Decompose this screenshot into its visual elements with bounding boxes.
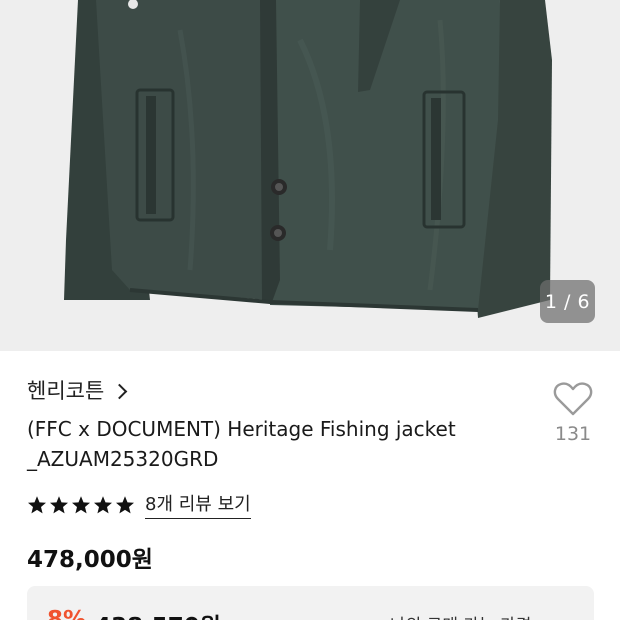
star-icon [94, 495, 112, 513]
product-price: 478,000원 [27, 547, 153, 573]
heart-icon [553, 382, 593, 416]
rating-stars [27, 495, 135, 515]
star-icon [72, 495, 90, 513]
star-icon [28, 495, 46, 513]
coupon-price-box[interactable]: 8% 438,570원 나의 구매 가능 가격 [27, 586, 594, 620]
discount-rate: 8% [47, 607, 87, 620]
like-button[interactable]: 131 [548, 381, 598, 445]
chevron-right-icon [112, 383, 128, 399]
image-counter: 1 / 6 [540, 280, 595, 323]
my-price-label: 나의 구매 가능 가격 [390, 611, 531, 620]
product-image-gallery[interactable]: 1 / 6 [0, 0, 620, 351]
view-reviews-link[interactable]: 8개 리뷰 보기 [145, 490, 251, 519]
brand-name: 헨리코튼 [27, 379, 105, 403]
discounted-price: 438,570원 [95, 607, 221, 620]
like-count: 131 [554, 423, 592, 445]
jacket-photo [64, 0, 552, 318]
product-title: (FFC x DOCUMENT) Heritage Fishing jacket… [27, 417, 456, 471]
rating-row: 8개 리뷰 보기 [27, 490, 251, 519]
star-icon [50, 495, 68, 513]
star-icon [116, 495, 134, 513]
brand-link[interactable]: 헨리코튼 [27, 375, 128, 405]
